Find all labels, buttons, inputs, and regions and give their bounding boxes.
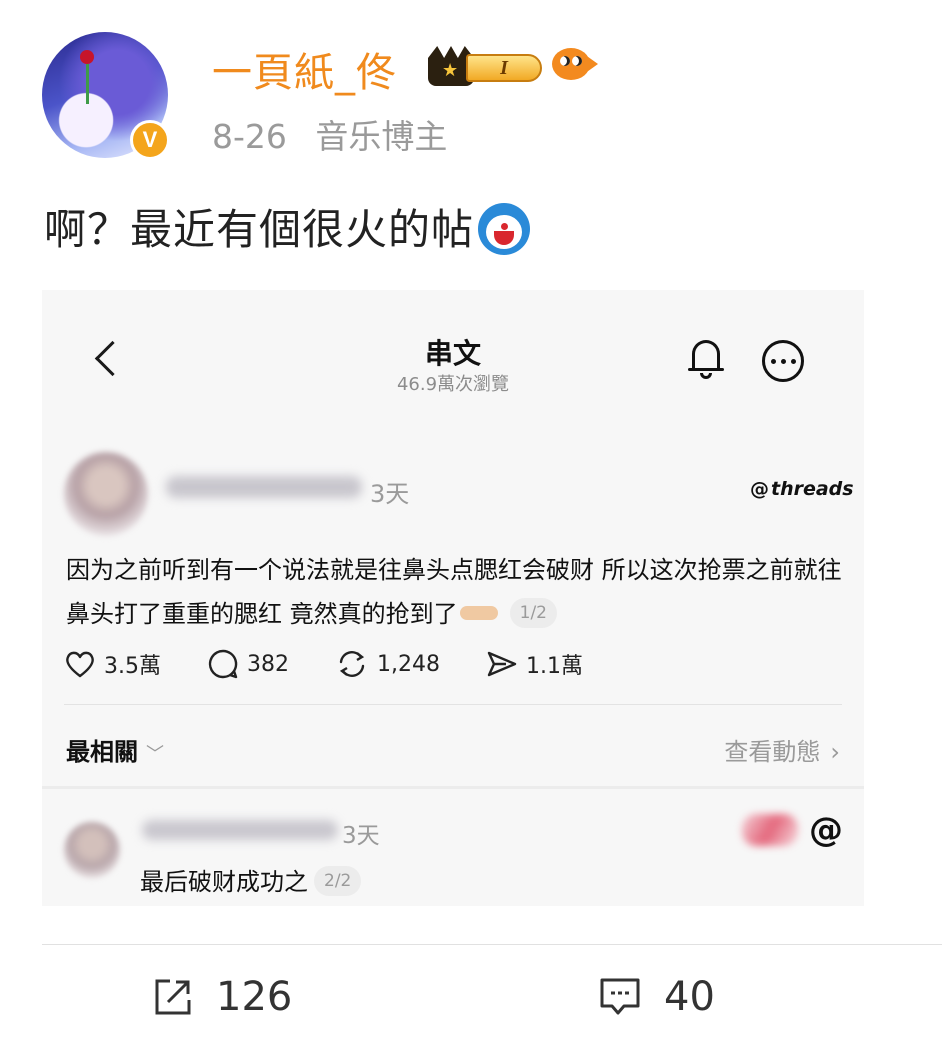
share-button[interactable]: 126 [152, 974, 292, 1020]
share-icon [155, 979, 191, 1015]
share-count-thread: 1.1萬 [525, 654, 583, 679]
speech-bubble-icon [208, 649, 238, 679]
blurred-username [142, 820, 338, 840]
pointing-hand-emoji-icon [459, 606, 498, 620]
fish-emoji-icon [552, 44, 598, 84]
chevron-right-icon: › [830, 738, 840, 766]
repost-icon [339, 651, 365, 677]
chevron-down-icon: ﹀ [146, 744, 164, 765]
reply-body: 最后破财成功之 2/2 [140, 862, 362, 898]
post-meta: 8-26 音乐博主 [212, 110, 447, 158]
thread-time: 3天 [370, 480, 410, 508]
post-text-content: 啊？最近有個很火的帖 [44, 205, 475, 254]
sort-selector: 最相關 ﹀ [66, 732, 164, 767]
doraemon-emoji-icon [478, 202, 531, 255]
post-text: 啊？最近有個很火的帖 [44, 196, 531, 259]
divider [64, 704, 842, 705]
thread-actions: 3.5萬 382 1,248 1.1萬 [64, 646, 629, 682]
footer-divider [42, 944, 942, 945]
like-action: 3.5萬 [64, 648, 161, 680]
repost-count: 1,248 [377, 651, 440, 677]
sort-label: 最相關 [66, 738, 138, 766]
verified-badge-icon: V [130, 120, 170, 160]
like-count: 3.5萬 [104, 654, 161, 679]
thread-body: 因为之前听到有一个说法就是往鼻头点腮红会破财 所以这次抢票之前就往鼻头打了重重的… [66, 548, 846, 636]
comment-button[interactable]: 40 [598, 974, 715, 1020]
embedded-image[interactable]: 串文 46.9萬次瀏覽 3天 @ threads 因为之前听到有一个说法就是往鼻头… [42, 290, 864, 906]
thread-page-indicator: 1/2 [509, 598, 557, 628]
comment-count: 40 [664, 974, 715, 1020]
view-activity-link: 查看動態 › [724, 732, 840, 767]
bell-icon [688, 340, 724, 380]
author-tag: 音乐博主 [315, 117, 448, 156]
reply-page-indicator: 2/2 [314, 866, 362, 896]
thread-body-text: 因为之前听到有一个说法就是往鼻头点腮红会破财 所以这次抢票之前就往鼻头打了重重的… [66, 556, 842, 628]
embed-view-count: 46.9萬次瀏覽 [396, 374, 510, 395]
view-activity-label: 查看動態 [724, 738, 821, 766]
repost-action: 1,248 [335, 648, 440, 680]
reply-action: 382 [207, 648, 289, 680]
blurred-thumbnail [742, 814, 798, 846]
send-action: 1.1萬 [486, 648, 583, 680]
crown-level-badge-icon[interactable]: ★ I [428, 46, 544, 86]
author-avatar[interactable]: V [40, 28, 176, 164]
more-options-icon [762, 340, 804, 382]
threads-logo-icon: @ threads [750, 478, 854, 500]
blurred-avatar [64, 822, 120, 878]
blurred-username [166, 476, 362, 498]
reply-count: 382 [247, 651, 289, 677]
post-date: 8-26 [212, 117, 287, 156]
embed-title: 串文 [424, 337, 481, 370]
blurred-avatar [64, 452, 148, 536]
threads-icon: @ [809, 810, 843, 850]
author-name[interactable]: 一頁紙_佟 [212, 40, 397, 98]
threads-brand-label: threads [771, 478, 854, 500]
comment-icon [600, 978, 640, 1015]
reply-body-text: 最后破财成功之 [140, 868, 308, 896]
heart-icon [66, 651, 94, 678]
reply-time: 3天 [342, 823, 380, 849]
share-count: 126 [216, 974, 293, 1020]
divider [42, 786, 864, 789]
send-icon [487, 651, 517, 677]
level-badge-label: I [466, 54, 542, 82]
